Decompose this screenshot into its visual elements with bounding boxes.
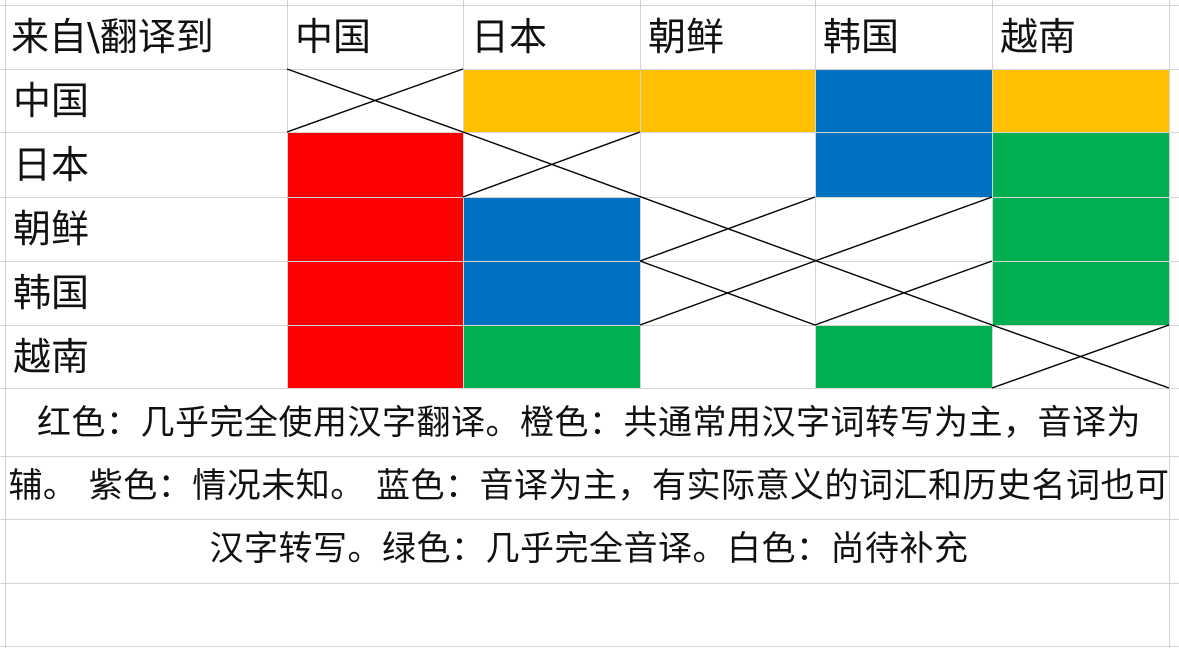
- row-label-japan: 日本: [13, 142, 90, 187]
- cross-mark-line: [639, 260, 816, 326]
- fill-green-vietnam-japan: [463, 325, 640, 388]
- cross-mark-line: [462, 131, 641, 198]
- row-label-china: 中国: [13, 78, 90, 123]
- header-column-japan: 日本: [471, 15, 548, 59]
- cross-mark-line: [814, 260, 993, 326]
- header-column-north-korea: 朝鲜: [648, 15, 725, 59]
- row-label-north-korea: 朝鲜: [13, 207, 90, 251]
- header-column-china: 中国: [295, 15, 372, 59]
- fill-red-china-column: [287, 132, 463, 388]
- row-label-korea: 韩国: [13, 271, 90, 315]
- cross-mark-line: [991, 324, 1170, 389]
- fill-orange-china-row: [463, 69, 815, 132]
- fill-green-vietnam-column: [992, 132, 1169, 325]
- row-label-vietnam: 越南: [13, 334, 90, 379]
- grid-line: [0, 583, 1179, 584]
- fill-green-vietnam-korea: [815, 325, 992, 388]
- spreadsheet: 来自\翻译到 中国 日本 朝鲜 韩国 越南 中国 日本 朝鲜 韩国 越南 红色：…: [0, 0, 1179, 648]
- header-column-vietnam: 越南: [1000, 15, 1077, 59]
- cross-mark-line: [639, 260, 816, 326]
- header-column-korea: 韩国: [823, 15, 900, 59]
- cross-mark-line: [639, 196, 816, 262]
- color-legend-note: 红色：几乎完全使用汉字翻译。橙色：共通常用汉字词转写为主，音译为辅。 紫色：情况…: [8, 403, 1170, 569]
- fill-blue-china-korea: [815, 69, 992, 197]
- grid-line: [0, 646, 1179, 647]
- header-corner: 来自\翻译到: [11, 15, 214, 59]
- cross-mark-line: [286, 68, 464, 133]
- fill-orange-china-vietnam: [992, 69, 1169, 132]
- cross-mark-line: [814, 196, 993, 262]
- cross-mark-line: [991, 324, 1170, 389]
- grid-line: [0, 388, 1179, 389]
- cross-mark-line: [286, 68, 464, 133]
